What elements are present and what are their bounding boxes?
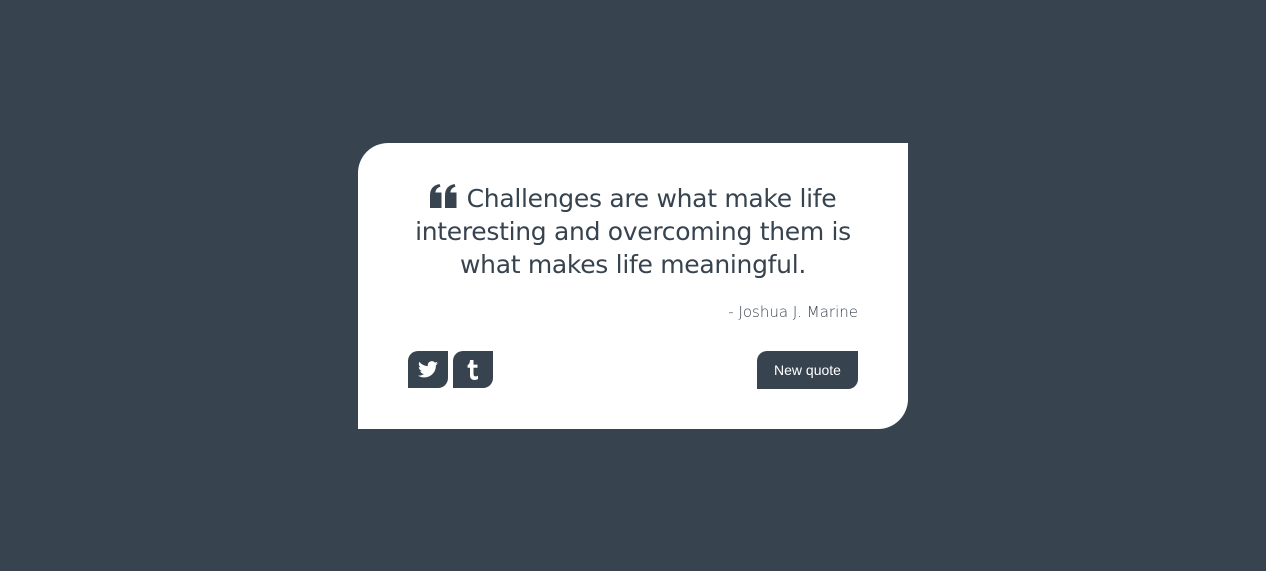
tumblr-icon — [467, 359, 479, 380]
tweet-quote-button[interactable] — [408, 351, 448, 388]
tumblr-quote-button[interactable] — [453, 351, 493, 388]
quote-text-container: Challenges are what make life interestin… — [408, 182, 858, 281]
twitter-icon — [418, 361, 438, 378]
page-background: Challenges are what make life interestin… — [0, 0, 1266, 571]
new-quote-button[interactable]: New quote — [757, 351, 858, 389]
quote-text: Challenges are what make life interestin… — [415, 184, 851, 279]
quote-box: Challenges are what make life interestin… — [358, 143, 908, 429]
quote-author: - Joshua J. Marine — [728, 303, 858, 321]
quote-left-icon — [429, 184, 457, 208]
